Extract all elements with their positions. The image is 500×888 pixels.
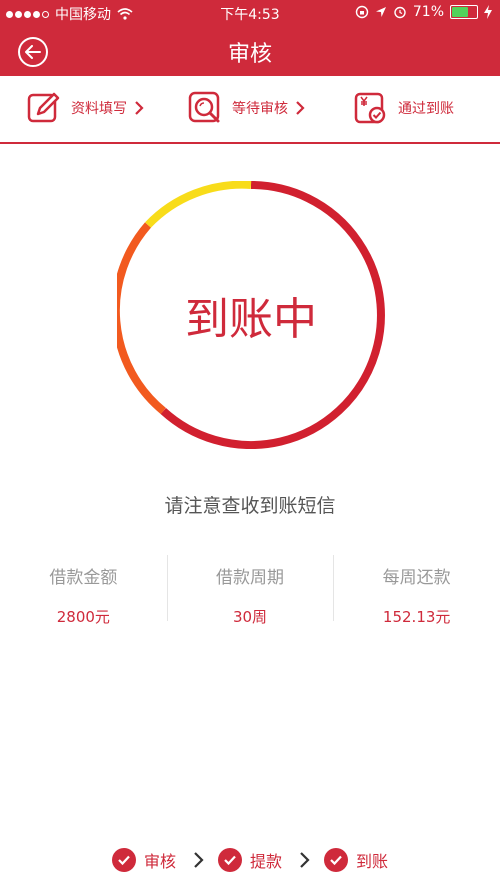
flow-item-withdraw: 提款	[217, 848, 282, 872]
page-title: 审核	[227, 42, 272, 67]
info-label: 借款金额	[49, 568, 118, 588]
chevron-right-icon	[135, 101, 144, 115]
info-value: 152.13元	[382, 608, 451, 626]
info-label: 每周还款	[382, 568, 451, 588]
step-label: 等待审核	[232, 101, 288, 117]
money-check-icon	[354, 92, 386, 124]
step-approved: 通过到账	[354, 88, 454, 128]
chevron-right-icon	[296, 101, 305, 115]
battery-fill	[452, 7, 468, 17]
flow-label: 到账	[356, 852, 389, 871]
alarm-icon	[394, 6, 406, 19]
info-label: 借款周期	[216, 568, 284, 588]
flow-item-review: 审核	[111, 848, 176, 872]
info-value: 30周	[232, 608, 268, 626]
info-loan-amount: 借款金额 2800元	[0, 553, 167, 626]
info-weekly-repayment: 每周还款 152.13元	[333, 553, 500, 626]
loan-info: 借款金额 2800元 借款周期 30周 每周还款 152.13元	[0, 553, 500, 626]
info-value: 2800元	[56, 608, 110, 626]
status-bar: 中国移动 下午4:53 71%	[0, 0, 500, 26]
step-fill-info: 资料填写	[27, 88, 145, 128]
location-icon	[375, 7, 386, 17]
status-right: 71%	[355, 4, 492, 20]
chevron-right-icon	[194, 852, 204, 868]
flow-item-received: 到账	[324, 848, 388, 872]
step-label: 资料填写	[71, 101, 127, 117]
check-circle-icon	[324, 848, 348, 872]
progress-steps: 资料填写 等待审核 通过到账	[0, 76, 500, 144]
step-waiting-review: 等待审核	[188, 88, 306, 128]
notice-text: 请注意查收到账短信	[164, 495, 336, 517]
ring-status-text: 到账中	[185, 294, 317, 345]
chevron-right-icon	[300, 852, 310, 868]
charging-icon	[484, 5, 492, 19]
check-circle-icon	[217, 848, 242, 872]
search-review-icon	[188, 91, 220, 123]
check-circle-icon	[111, 848, 136, 872]
step-label: 通过到账	[398, 101, 454, 117]
bottom-flow: 审核 提款 到账	[0, 845, 500, 875]
battery-icon	[450, 5, 478, 19]
flow-label: 提款	[249, 852, 282, 871]
battery-percent: 71%	[412, 4, 444, 20]
info-loan-period: 借款周期 30周	[166, 553, 334, 626]
edit-icon	[27, 92, 60, 123]
rotation-lock-icon	[355, 5, 369, 19]
app-header: 中国移动 下午4:53 71% 审核	[0, 0, 500, 76]
flow-label: 审核	[143, 852, 176, 871]
